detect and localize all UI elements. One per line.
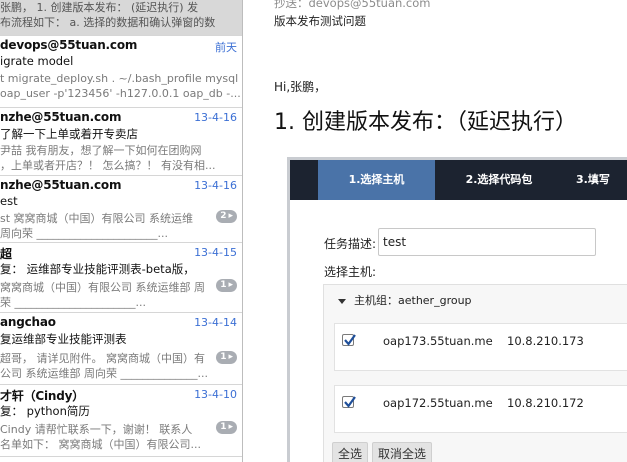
message-subject: 了解一下上单或着开专卖店 bbox=[0, 127, 138, 141]
message-preview-line2: 名单如下： 窝窝商城（中国）有限公司... bbox=[0, 438, 201, 451]
deselect-all-button[interactable]: 取消全选 bbox=[372, 442, 433, 462]
wizard-tab-bar: 1.选择主机 2.选择代码包 3.填写 bbox=[290, 160, 627, 200]
message-preview-line2: 荣 ______________________... bbox=[0, 296, 146, 309]
host-name: oap172.55tuan.me bbox=[383, 396, 493, 410]
message-list[interactable]: 张鹏， 1. 创建版本发布： (延迟执行) 发 布流程如下： a. 选择的数据和… bbox=[0, 0, 243, 462]
cc-line: 抄送：devops@55tuan.com bbox=[274, 0, 431, 10]
message-sender: angchao bbox=[0, 315, 56, 329]
list-item[interactable]: nzhe@55tuan.com 13-4-16 了解一下上单或着开专卖店 尹喆 … bbox=[0, 108, 242, 176]
tab-select-package[interactable]: 2.选择代码包 bbox=[442, 160, 556, 200]
list-item[interactable]: 超 13-4-15 复： 运维部专业技能评测表-beta版， 窝窝商城（中国）有… bbox=[0, 243, 242, 313]
thread-count-badge: 1 bbox=[216, 351, 237, 364]
message-date: 13-4-16 bbox=[194, 179, 237, 192]
message-preview-line2: ，上单或者开店？！ 怎么搞？！ 有没有相... bbox=[0, 159, 216, 172]
message-preview-line1: st 窝窝商城（中国）有限公司 系统运维 bbox=[0, 212, 194, 225]
message-subject: 复： python简历 bbox=[0, 404, 90, 418]
embedded-screenshot: 1.选择主机 2.选择代码包 3.填写 任务描述: test 选择主机: 主机组… bbox=[287, 157, 627, 462]
message-date: 13-4-10 bbox=[194, 388, 237, 401]
message-preview-line1: 超哥， 请详见附件。 窝窝商城（中国）有 bbox=[0, 352, 205, 365]
host-name: oap173.55tuan.me bbox=[383, 334, 493, 348]
select-host-label: 选择主机: bbox=[324, 265, 377, 279]
list-item[interactable]: angchao 13-4-14 复运维部专业技能评测表 超哥， 请详见附件。 窝… bbox=[0, 313, 242, 385]
section-heading: 1. 创建版本发布：（延迟执行） bbox=[274, 110, 577, 135]
tab-select-host[interactable]: 1.选择主机 bbox=[318, 160, 435, 200]
task-desc-input[interactable]: test bbox=[378, 228, 596, 256]
message-preview-line1: 张鹏， 1. 创建版本发布： (延迟执行) 发 bbox=[0, 1, 199, 14]
message-subject-heading: 版本发布测试问题 bbox=[274, 14, 366, 28]
message-date: 13-4-14 bbox=[194, 316, 237, 329]
message-subject: 复运维部专业技能评测表 bbox=[0, 332, 127, 346]
host-ip: 10.8.210.172 bbox=[507, 396, 584, 410]
checkmark-icon bbox=[344, 396, 356, 408]
message-date: 13-4-15 bbox=[194, 246, 237, 259]
thread-count-badge: 2 bbox=[216, 210, 237, 223]
host-row[interactable]: oap172.55tuan.me 10.8.210.172 bbox=[334, 385, 627, 433]
message-preview-line1: 尹喆 我有朋友，想了解一下如何在团购网 bbox=[0, 144, 202, 157]
host-group-label: 主机组：aether_group bbox=[354, 294, 472, 307]
message-preview-line2: 公司 系统运维部 周向荣 ______________... bbox=[0, 367, 208, 380]
task-desc-label: 任务描述: bbox=[324, 237, 377, 251]
message-date: 13-4-16 bbox=[194, 111, 237, 124]
message-sender: 超 bbox=[0, 247, 12, 261]
message-sender: 才轩（Cindy） bbox=[0, 389, 85, 403]
message-preview-line1: Cindy 请帮忙联系一下，谢谢！ 联系人 bbox=[0, 423, 193, 436]
message-date: 前天 bbox=[215, 41, 237, 54]
list-item[interactable]: devops@55tuan.com 前天 igrate model t migr… bbox=[0, 36, 243, 108]
host-group-panel: 主机组：aether_group oap173.55tuan.me 10.8.2… bbox=[323, 284, 627, 462]
message-subject: igrate model bbox=[0, 54, 74, 68]
message-preview-line2: 布流程如下： a. 选择的数据和确认弹窗的数 bbox=[0, 16, 216, 29]
message-preview-line1: t migrate_deploy.sh . ~/.bash_profile my… bbox=[0, 72, 243, 85]
list-item[interactable]: nzhe@55tuan.com 13-4-16 est st 窝窝商城（中国）有… bbox=[0, 176, 242, 243]
thread-count-badge: 1 bbox=[216, 279, 237, 292]
message-preview-line2: 周向荣 ______________________... bbox=[0, 227, 168, 240]
list-item[interactable]: 才轩（Cindy） 13-4-10 复： python简历 Cindy 请帮忙联… bbox=[0, 385, 242, 457]
list-item-selected[interactable]: 张鹏， 1. 创建版本发布： (延迟执行) 发 布流程如下： a. 选择的数据和… bbox=[0, 0, 242, 36]
tab-fill-info[interactable]: 3.填写 bbox=[576, 160, 627, 200]
host-group-header[interactable]: 主机组：aether_group bbox=[324, 285, 627, 317]
greeting-text: Hi,张鹏， bbox=[274, 80, 327, 94]
host-row[interactable]: oap173.55tuan.me 10.8.210.173 bbox=[334, 323, 627, 371]
host-ip: 10.8.210.173 bbox=[507, 334, 584, 348]
message-sender: devops@55tuan.com bbox=[0, 38, 138, 52]
caret-down-icon bbox=[338, 298, 346, 304]
message-sender: nzhe@55tuan.com bbox=[0, 178, 122, 192]
message-preview-line1: 窝窝商城（中国）有限公司 系统运维部 周 bbox=[0, 281, 205, 294]
checkmark-icon bbox=[344, 334, 356, 346]
host-checkbox[interactable] bbox=[342, 334, 356, 346]
message-preview-line2: oap_user -p'123456' -h127.0.0.1 oap_db -… bbox=[0, 87, 241, 100]
message-sender: nzhe@55tuan.com bbox=[0, 110, 122, 124]
host-checkbox[interactable] bbox=[342, 396, 356, 408]
message-subject: 复： 运维部专业技能评测表-beta版， bbox=[0, 262, 195, 276]
message-subject: est bbox=[0, 194, 18, 208]
thread-count-badge: 1 bbox=[216, 421, 237, 434]
message-reader: 抄送：devops@55tuan.com 版本发布测试问题 Hi,张鹏， 1. … bbox=[244, 0, 627, 462]
select-all-button[interactable]: 全选 bbox=[332, 442, 369, 462]
